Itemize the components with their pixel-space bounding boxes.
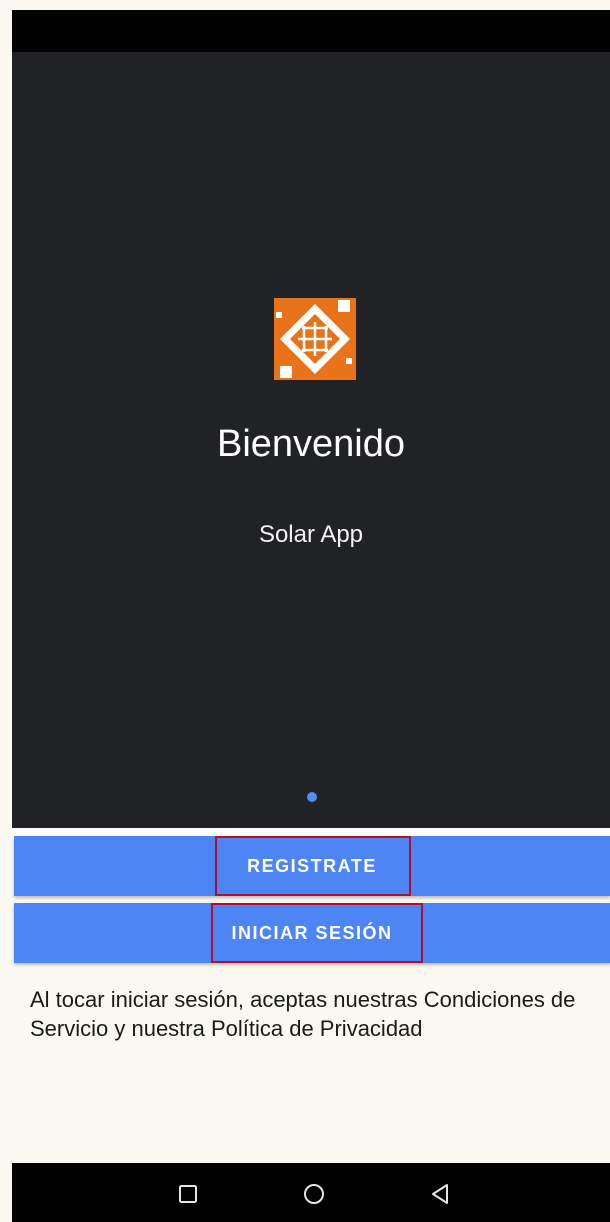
- divider: [12, 828, 610, 836]
- welcome-hero: Bienvenido Solar App: [12, 52, 610, 828]
- login-highlight-box: [211, 903, 423, 963]
- login-button[interactable]: INICIAR SESIÓN: [14, 903, 610, 963]
- app-name-subtitle: Solar App: [258, 521, 364, 548]
- register-button[interactable]: REGISTRATE: [14, 836, 610, 896]
- back-icon[interactable]: [428, 1182, 452, 1206]
- welcome-title: Bienvenido: [216, 423, 406, 465]
- page-indicator-dot: [307, 792, 317, 802]
- terms-notice: Al tocar iniciar sesión, aceptas nuestra…: [30, 987, 576, 1041]
- solar-app-logo: [274, 298, 356, 380]
- system-nav-bar: [12, 1163, 610, 1222]
- status-bar: [12, 10, 610, 52]
- recent-apps-icon[interactable]: [176, 1182, 200, 1206]
- register-highlight-box: [215, 836, 411, 896]
- home-icon[interactable]: [302, 1182, 326, 1206]
